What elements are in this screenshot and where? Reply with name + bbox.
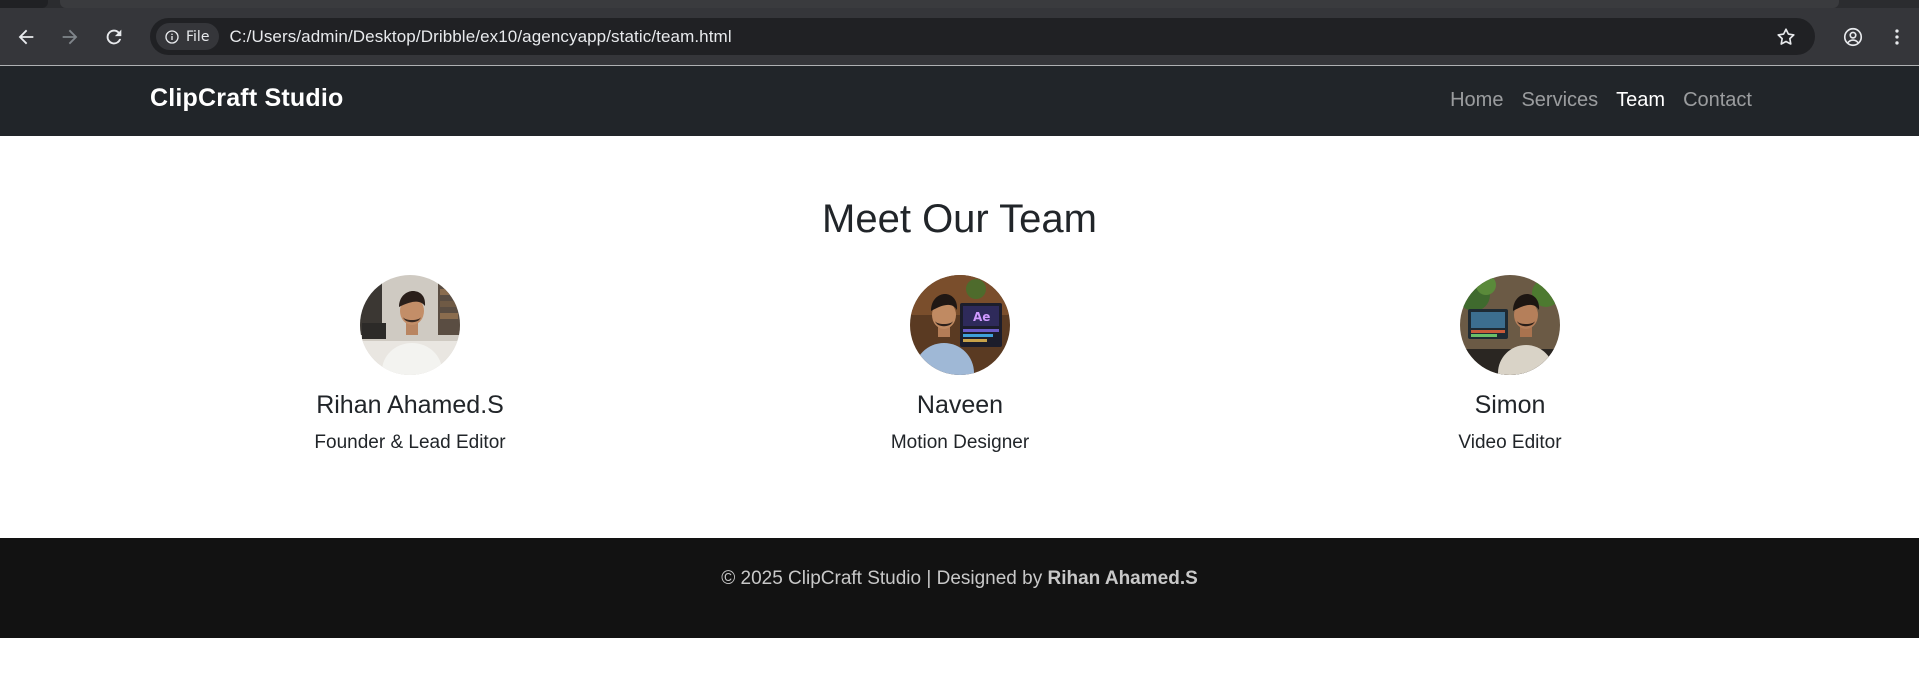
member-name: Rihan Ahamed.S (316, 391, 504, 419)
address-bar[interactable]: File C:/Users/admin/Desktop/Dribble/ex10… (150, 18, 1815, 55)
footer-copyright: © 2025 ClipCraft Studio | Designed by Ri… (0, 568, 1919, 590)
page-bottom-space (0, 638, 1919, 680)
nav-link-home[interactable]: Home (1441, 86, 1512, 114)
site-navbar: ClipCraft Studio Home Services Team Cont… (0, 66, 1919, 136)
member-name: Simon (1474, 391, 1546, 419)
site-info-chip[interactable]: File (156, 23, 220, 50)
member-role: Video Editor (1458, 432, 1562, 453)
avatar (360, 275, 460, 375)
menu-button[interactable] (1875, 18, 1919, 55)
back-button[interactable] (8, 19, 44, 55)
team-member-card: Ae Naveen Motion Designer (800, 275, 1120, 454)
profile-button[interactable] (1831, 18, 1875, 55)
nav-link-services[interactable]: Services (1512, 86, 1607, 114)
bookmark-star-icon[interactable] (1775, 26, 1797, 48)
forward-button[interactable] (52, 19, 88, 55)
team-section: Meet Our Team Rihan Ahamed.S Founder & L… (0, 136, 1919, 538)
team-photo-rihan (360, 275, 460, 375)
page-title: Meet Our Team (822, 197, 1097, 241)
tab-bar-background (60, 0, 1839, 8)
team-member-card: Rihan Ahamed.S Founder & Lead Editor (250, 275, 570, 454)
arrow-right-icon (62, 29, 78, 44)
member-role: Motion Designer (890, 432, 1030, 453)
nav-link-contact[interactable]: Contact (1674, 86, 1761, 114)
site-footer: © 2025 ClipCraft Studio | Designed by Ri… (0, 538, 1919, 638)
reload-icon (106, 29, 122, 44)
team-photo-simon (1460, 275, 1560, 375)
footer-author: Rihan Ahamed.S (1047, 568, 1198, 589)
team-member-card: Simon Video Editor (1350, 275, 1670, 454)
svg-text:Ae: Ae (973, 310, 990, 324)
member-role: Founder & Lead Editor (314, 432, 506, 453)
tab-strip (0, 0, 1919, 8)
member-name: Naveen (916, 391, 1004, 419)
arrow-left-icon (18, 29, 34, 44)
avatar (1460, 275, 1560, 375)
site-info-label: File (186, 28, 210, 45)
team-photo-naveen: Ae (910, 275, 1010, 375)
kebab-menu-icon (1895, 28, 1899, 45)
nav-link-team[interactable]: Team (1607, 86, 1674, 114)
toolbar-actions (1831, 18, 1919, 55)
brand-logo-link[interactable]: ClipCraft Studio (150, 84, 343, 113)
info-icon (165, 29, 179, 44)
avatar: Ae (910, 275, 1010, 375)
browser-toolbar: File C:/Users/admin/Desktop/Dribble/ex10… (0, 8, 1919, 65)
account-icon (1843, 27, 1863, 46)
url-text[interactable]: C:/Users/admin/Desktop/Dribble/ex10/agen… (229, 27, 731, 47)
nav-links: Home Services Team Contact (1441, 86, 1761, 114)
active-tab-edge[interactable] (0, 0, 48, 8)
footer-copyright-text: © 2025 ClipCraft Studio | Designed by (721, 568, 1048, 589)
reload-button[interactable] (96, 19, 132, 55)
